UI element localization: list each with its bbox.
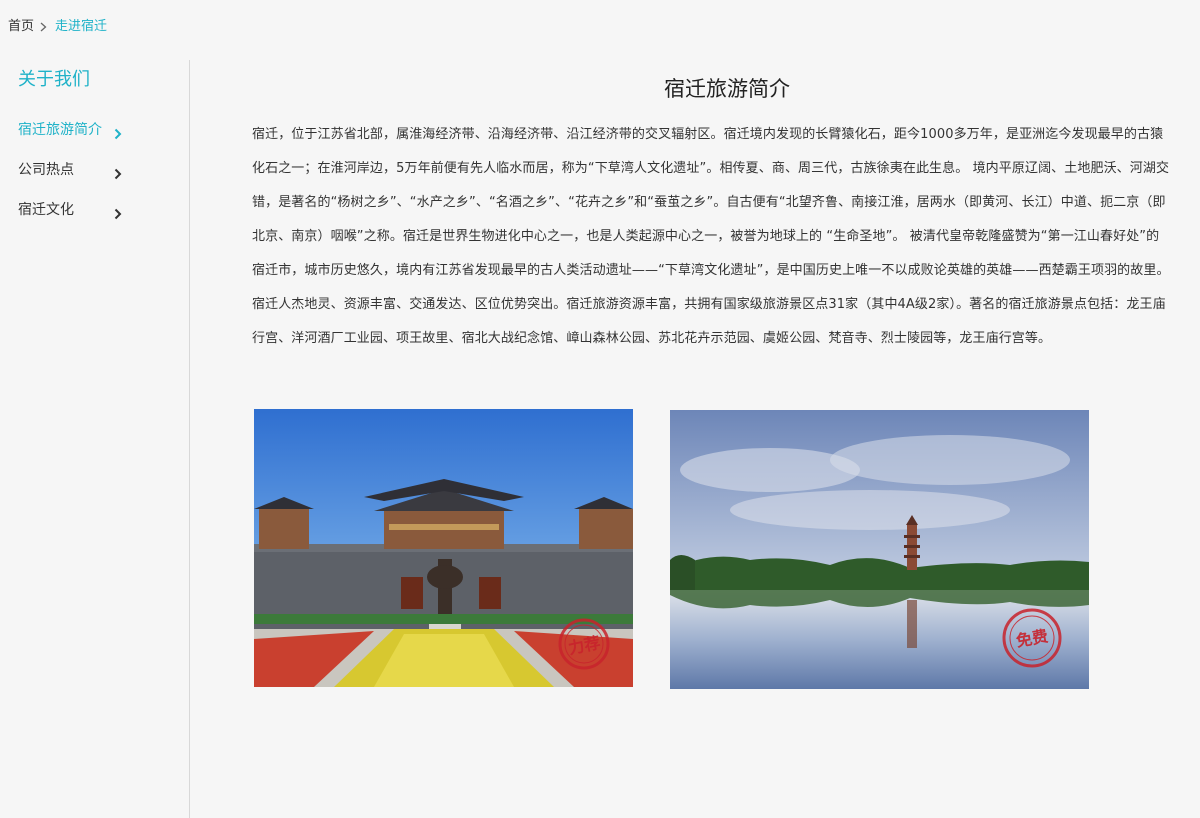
article-body: 宿迁，位于江苏省北部，属淮海经济带、沿海经济带、沿江经济带的交叉辐射区。宿迁境内… — [252, 127, 1170, 346]
breadcrumb: 首页 走进宿迁 — [8, 17, 107, 37]
page-title: 宿迁旅游简介 — [664, 77, 790, 101]
sidebar-item-label: 宿迁文化 — [18, 202, 74, 218]
chevron-right-icon — [114, 164, 122, 180]
sidebar-item-suqian-culture[interactable]: 宿迁文化 — [18, 198, 122, 222]
sidebar-item-company-news[interactable]: 公司热点 — [18, 158, 122, 182]
chevron-right-icon — [114, 124, 122, 140]
chevron-right-icon — [38, 17, 52, 37]
sidebar-item-tourism-intro[interactable]: 宿迁旅游简介 — [18, 118, 122, 142]
sidebar: 关于我们 宿迁旅游简介 公司热点 宿迁文化 — [0, 60, 190, 818]
sidebar-title: 关于我们 — [18, 69, 90, 90]
photo-lake-pagoda: 免费 — [670, 410, 1089, 689]
sidebar-item-label: 公司热点 — [18, 162, 74, 178]
breadcrumb-current-link[interactable]: 走进宿迁 — [55, 17, 107, 37]
chevron-right-icon — [114, 204, 122, 220]
breadcrumb-home-link[interactable]: 首页 — [8, 17, 34, 37]
sidebar-item-label: 宿迁旅游简介 — [18, 122, 102, 138]
photo-city-gate: 力荐 — [254, 409, 633, 687]
